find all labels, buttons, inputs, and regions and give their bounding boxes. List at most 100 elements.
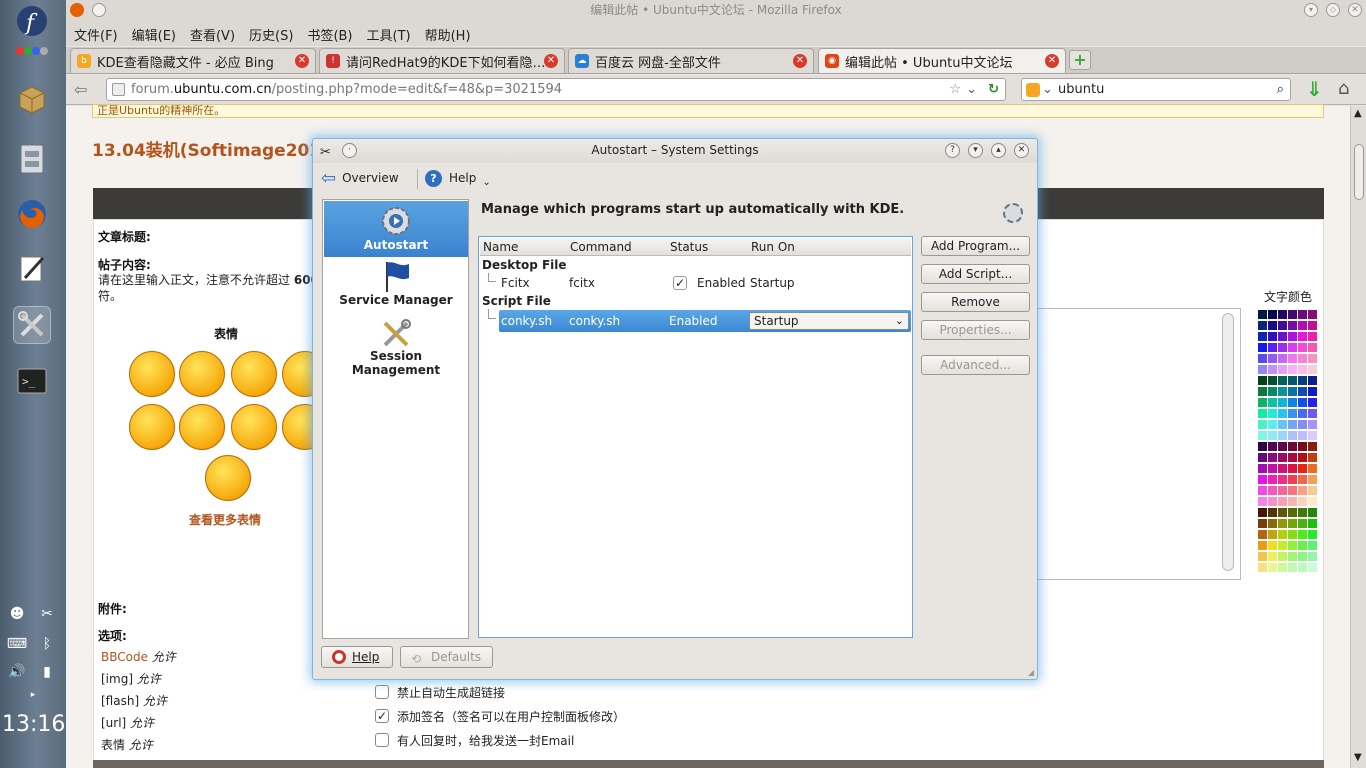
dialog-close-icon[interactable]: ✕ bbox=[1014, 143, 1029, 158]
resize-grip-icon[interactable]: ◢ bbox=[1028, 668, 1034, 677]
defaults-button[interactable]: ⟲ Defaults bbox=[400, 646, 493, 668]
volume-icon[interactable]: 🔊 bbox=[6, 664, 28, 684]
smiley-sweat-icon[interactable] bbox=[179, 404, 225, 450]
color-swatch[interactable] bbox=[1288, 497, 1297, 506]
table-row-selected[interactable]: conky.sh conky.sh Enabled Startup ⌄ bbox=[499, 310, 911, 332]
color-swatch[interactable] bbox=[1268, 321, 1277, 330]
search-binoculars-icon[interactable]: ⌕ bbox=[1277, 79, 1284, 100]
tab-redhat[interactable]: ! 请问RedHat9的KDE下如何看隐… ✕ bbox=[319, 48, 565, 73]
color-swatch[interactable] bbox=[1278, 343, 1287, 352]
color-swatch[interactable] bbox=[1268, 354, 1277, 363]
color-swatch[interactable] bbox=[1258, 321, 1267, 330]
color-swatch[interactable] bbox=[1288, 387, 1297, 396]
bing-search-engine-icon[interactable] bbox=[1026, 83, 1040, 97]
smiley-tongue-icon[interactable] bbox=[179, 351, 225, 397]
menu-bookmarks[interactable]: 书签(B) bbox=[307, 25, 352, 44]
color-swatch[interactable] bbox=[1258, 475, 1267, 484]
color-swatch[interactable] bbox=[1278, 508, 1287, 517]
tray-expand-icon[interactable]: ▸ bbox=[22, 690, 44, 710]
color-swatch[interactable] bbox=[1268, 475, 1277, 484]
text-editor-icon[interactable] bbox=[13, 250, 51, 288]
color-swatch[interactable] bbox=[1268, 541, 1277, 550]
column-run-on[interactable]: Run On bbox=[751, 240, 795, 254]
color-swatch[interactable] bbox=[1268, 365, 1277, 374]
keyboard-icon[interactable]: ⌨ bbox=[6, 636, 28, 656]
scrollbar-thumb[interactable] bbox=[1354, 144, 1364, 200]
color-swatch[interactable] bbox=[1278, 541, 1287, 550]
color-swatch[interactable] bbox=[1278, 486, 1287, 495]
color-swatch[interactable] bbox=[1268, 376, 1277, 385]
color-swatch[interactable] bbox=[1258, 541, 1267, 550]
clipboard-scissors-icon[interactable]: ✂ bbox=[36, 606, 58, 626]
color-swatch[interactable] bbox=[1278, 475, 1287, 484]
color-swatch[interactable] bbox=[1288, 310, 1297, 319]
color-swatch[interactable] bbox=[1278, 453, 1287, 462]
color-swatch[interactable] bbox=[1308, 321, 1317, 330]
color-swatch[interactable] bbox=[1288, 519, 1297, 528]
color-swatch[interactable] bbox=[1308, 332, 1317, 341]
color-swatch[interactable] bbox=[1258, 497, 1267, 506]
group-desktop-file[interactable]: Desktop File bbox=[482, 258, 567, 272]
menu-tools[interactable]: 工具(T) bbox=[367, 25, 411, 44]
option-name[interactable]: BBCode bbox=[101, 650, 148, 664]
color-swatch[interactable] bbox=[1298, 453, 1307, 462]
color-swatch[interactable] bbox=[1288, 420, 1297, 429]
tab-close-icon[interactable]: ✕ bbox=[793, 54, 807, 68]
color-swatch[interactable] bbox=[1288, 376, 1297, 385]
color-swatch[interactable] bbox=[1288, 442, 1297, 451]
color-swatch[interactable] bbox=[1278, 354, 1287, 363]
menu-view[interactable]: 查看(V) bbox=[190, 25, 235, 44]
color-swatch[interactable] bbox=[1298, 387, 1307, 396]
color-swatch[interactable] bbox=[1278, 332, 1287, 341]
color-swatch[interactable] bbox=[1278, 398, 1287, 407]
color-swatch[interactable] bbox=[1278, 420, 1287, 429]
bookmark-star-icon[interactable]: ☆ bbox=[949, 79, 961, 100]
tab-close-icon[interactable]: ✕ bbox=[295, 54, 309, 68]
color-swatch[interactable] bbox=[1298, 365, 1307, 374]
color-swatch[interactable] bbox=[1268, 310, 1277, 319]
color-swatch[interactable] bbox=[1288, 475, 1297, 484]
terminal-icon[interactable]: >_ bbox=[13, 362, 51, 400]
activities-icon[interactable] bbox=[13, 38, 51, 64]
color-swatch[interactable] bbox=[1278, 530, 1287, 539]
color-swatch[interactable] bbox=[1308, 497, 1317, 506]
color-palette[interactable] bbox=[1258, 310, 1317, 582]
color-swatch[interactable] bbox=[1258, 552, 1267, 561]
color-swatch[interactable] bbox=[1278, 431, 1287, 440]
color-swatch[interactable] bbox=[1288, 541, 1297, 550]
color-swatch[interactable] bbox=[1268, 343, 1277, 352]
color-swatch[interactable] bbox=[1298, 530, 1307, 539]
column-status[interactable]: Status bbox=[670, 240, 708, 254]
color-swatch[interactable] bbox=[1258, 332, 1267, 341]
color-swatch[interactable] bbox=[1298, 464, 1307, 473]
color-swatch[interactable] bbox=[1258, 442, 1267, 451]
menu-file[interactable]: 文件(F) bbox=[74, 25, 118, 44]
smiley-shy-icon[interactable] bbox=[231, 351, 277, 397]
color-swatch[interactable] bbox=[1308, 398, 1317, 407]
battery-icon[interactable]: ▮ bbox=[36, 664, 58, 684]
run-on-combobox[interactable]: Startup ⌄ bbox=[749, 312, 909, 330]
back-icon[interactable]: ⇦ bbox=[74, 80, 87, 99]
url-history-dropdown-icon[interactable]: ⌄ bbox=[966, 79, 977, 100]
menu-edit[interactable]: 编辑(E) bbox=[132, 25, 176, 44]
color-swatch[interactable] bbox=[1288, 398, 1297, 407]
color-swatch[interactable] bbox=[1288, 354, 1297, 363]
color-swatch[interactable] bbox=[1268, 387, 1277, 396]
tab-close-icon[interactable]: ✕ bbox=[544, 54, 558, 68]
color-swatch[interactable] bbox=[1308, 541, 1317, 550]
color-swatch[interactable] bbox=[1288, 343, 1297, 352]
color-swatch[interactable] bbox=[1268, 431, 1277, 440]
download-arrow-icon[interactable]: ⇓ bbox=[1306, 77, 1323, 101]
color-swatch[interactable] bbox=[1308, 376, 1317, 385]
scroll-up-icon[interactable]: ▲ bbox=[1354, 108, 1362, 119]
fedora-menu-icon[interactable]: f bbox=[13, 2, 51, 40]
properties-button[interactable]: Properties... bbox=[921, 320, 1030, 340]
color-swatch[interactable] bbox=[1268, 519, 1277, 528]
color-swatch[interactable] bbox=[1308, 519, 1317, 528]
search-bar[interactable]: ⌄ ubuntu ⌕ bbox=[1021, 78, 1291, 101]
color-swatch[interactable] bbox=[1308, 530, 1317, 539]
color-swatch[interactable] bbox=[1258, 398, 1267, 407]
color-swatch[interactable] bbox=[1288, 464, 1297, 473]
dialog-help-icon[interactable]: ? bbox=[945, 143, 960, 158]
clock[interactable]: 13:16 bbox=[2, 712, 65, 737]
